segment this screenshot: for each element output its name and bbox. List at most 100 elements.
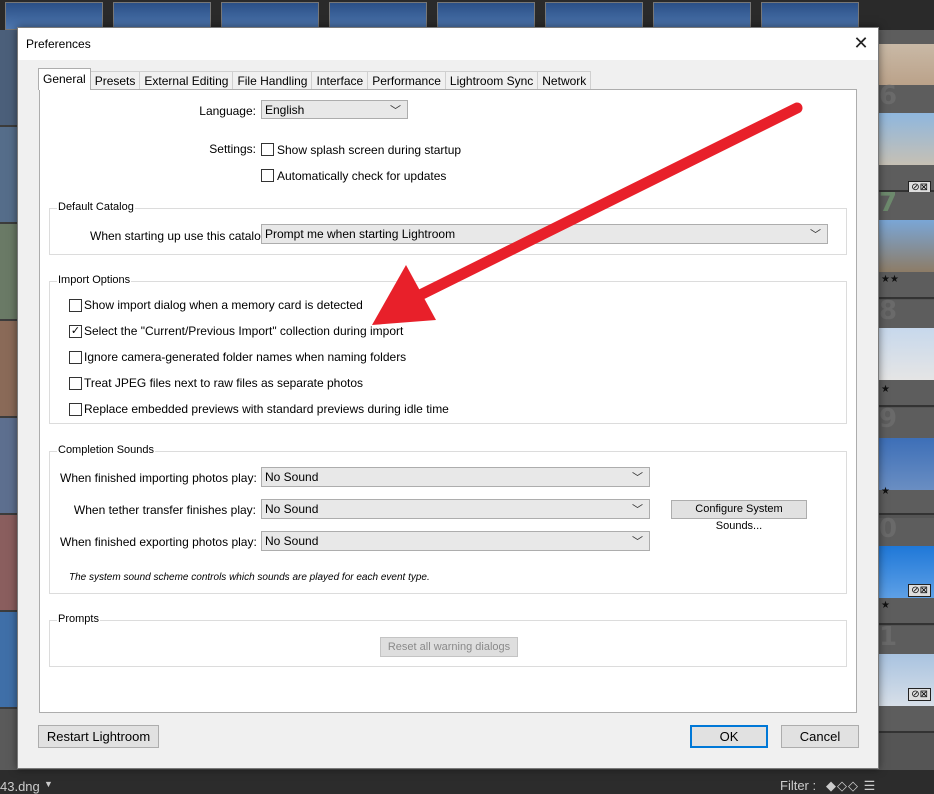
export-sound-label: When finished exporting photos play: <box>60 535 257 549</box>
startup-catalog-select[interactable]: Prompt me when starting Lightroom ﹀ <box>261 224 828 244</box>
cell-number: 8 <box>879 296 898 326</box>
thumbnail[interactable] <box>761 2 859 30</box>
import-option-label: Show import dialog when a memory card is… <box>84 298 363 312</box>
tab-performance[interactable]: Performance <box>367 71 446 90</box>
tab-general[interactable]: General <box>38 68 91 90</box>
metadata-badge-icon: ⊘⊠ <box>908 584 931 597</box>
thumbnail-image <box>877 113 934 165</box>
thumbnail-cell[interactable]: 9 ★ <box>877 404 934 515</box>
thumbnail-image <box>877 328 934 380</box>
current-filename: 43.dng <box>0 779 40 794</box>
thumbnail[interactable] <box>0 224 18 321</box>
thumbnail[interactable] <box>653 2 751 30</box>
import-option-checkbox[interactable]: ✓ <box>69 325 82 338</box>
prompts-group: Prompts Reset all warning dialogs <box>49 613 847 667</box>
thumbnail[interactable] <box>437 2 535 30</box>
import-sound-select[interactable]: No Sound ﹀ <box>261 467 650 487</box>
chevron-down-icon: ﹀ <box>390 105 401 117</box>
thumbnail-cell[interactable]: 0 ⊘⊠ ★ <box>877 514 934 625</box>
language-select[interactable]: English ﹀ <box>261 100 408 119</box>
left-thumbnail-column <box>0 30 18 770</box>
thumbnail[interactable] <box>0 30 18 127</box>
chevron-down-icon: ﹀ <box>632 504 643 516</box>
reset-warning-dialogs-button[interactable]: Reset all warning dialogs <box>380 637 518 657</box>
tab-presets[interactable]: Presets <box>89 71 141 90</box>
thumbnail-cell[interactable]: 6 ⊘⊠ <box>877 81 934 194</box>
thumbnail-cell[interactable]: 7 ★★ <box>877 188 934 299</box>
import-sound-label: When finished importing photos play: <box>60 471 257 485</box>
import-option-checkbox[interactable] <box>69 299 82 312</box>
tab-interface[interactable]: Interface <box>311 71 369 90</box>
thumbnail[interactable] <box>0 418 18 515</box>
import-option-checkbox[interactable] <box>69 403 82 416</box>
thumbnail[interactable] <box>0 612 18 709</box>
thumbnail[interactable] <box>5 2 103 30</box>
configure-sounds-button[interactable]: Configure System Sounds... <box>671 500 807 532</box>
tab-lightroom-sync[interactable]: Lightroom Sync <box>444 71 539 90</box>
tether-sound-value: No Sound <box>265 502 319 516</box>
right-thumbnail-column: ⊘⊠ 6 ⊘⊠ 7 ★★ 8 ★ 9 ★ 0 ⊘⊠ ★ 1 <box>877 30 934 770</box>
general-panel: Language: English ﹀ Settings: Show splas… <box>39 89 857 713</box>
thumbnail[interactable] <box>545 2 643 30</box>
filename-dropdown-icon[interactable]: ▼ <box>44 779 53 789</box>
dialog-titlebar: Preferences ✕ <box>18 28 878 60</box>
tab-external-editing[interactable]: External Editing <box>139 71 234 90</box>
thumbnail[interactable] <box>0 127 18 224</box>
updates-label: Automatically check for updates <box>277 169 447 183</box>
tether-sound-label: When tether transfer finishes play: <box>73 503 256 517</box>
thumbnail-image <box>877 438 934 490</box>
tab-network[interactable]: Network <box>537 71 592 90</box>
preferences-dialog: Preferences ✕ General Presets External E… <box>17 27 879 769</box>
import-option-label: Replace embedded previews with standard … <box>84 402 449 416</box>
thumbnail[interactable] <box>0 321 18 418</box>
splash-label: Show splash screen during startup <box>277 143 462 157</box>
tab-file-handling[interactable]: File Handling <box>232 71 313 90</box>
restart-lightroom-button[interactable]: Restart Lightroom <box>38 725 159 748</box>
completion-sounds-group: Completion Sounds When finished importin… <box>49 444 847 594</box>
close-icon[interactable]: ✕ <box>844 28 878 58</box>
ok-button[interactable]: OK <box>690 725 768 748</box>
filmstrip-bar: 43.dng ▼ Filter : ◆◇◇ ☰ <box>0 770 934 794</box>
chevron-down-icon: ﹀ <box>632 472 643 484</box>
import-option-label: Select the "Current/Previous Import" col… <box>84 324 404 338</box>
top-thumbnail-strip <box>0 0 934 30</box>
import-sound-value: No Sound <box>265 470 319 484</box>
language-label: Language: <box>199 104 256 118</box>
cell-number: 1 <box>879 622 898 652</box>
cell-number: 0 <box>879 514 898 544</box>
default-catalog-title: Default Catalog <box>57 201 135 213</box>
metadata-badge-icon: ⊘⊠ <box>908 688 931 701</box>
cell-number: 6 <box>879 81 898 111</box>
cell-number: 7 <box>879 188 898 218</box>
import-option-checkbox[interactable] <box>69 377 82 390</box>
filter-label: Filter : <box>780 778 817 793</box>
import-option-label: Ignore camera-generated folder names whe… <box>84 350 407 364</box>
thumbnail[interactable] <box>221 2 319 30</box>
rating-stars: ★★ <box>881 274 899 285</box>
dialog-title: Preferences <box>26 37 91 51</box>
chevron-down-icon: ﹀ <box>810 229 821 241</box>
thumbnail[interactable] <box>329 2 427 30</box>
export-sound-select[interactable]: No Sound ﹀ <box>261 531 650 551</box>
sound-scheme-note: The system sound scheme controls which s… <box>69 572 430 583</box>
completion-sounds-title: Completion Sounds <box>57 444 156 456</box>
filter-flag-icons[interactable]: ◆◇◇ ☰ <box>826 778 876 794</box>
export-sound-value: No Sound <box>265 534 319 548</box>
default-catalog-group: Default Catalog When starting up use thi… <box>49 201 847 255</box>
tether-sound-select[interactable]: No Sound ﹀ <box>261 499 650 519</box>
updates-checkbox[interactable] <box>261 169 274 182</box>
startup-catalog-label: When starting up use this catalog: <box>90 229 271 243</box>
import-option-checkbox[interactable] <box>69 351 82 364</box>
cancel-button[interactable]: Cancel <box>781 725 859 748</box>
thumbnail[interactable] <box>113 2 211 30</box>
thumbnail-image <box>877 220 934 272</box>
startup-catalog-value: Prompt me when starting Lightroom <box>265 227 456 241</box>
rating-stars: ★ <box>881 486 890 497</box>
tab-bar: General Presets External Editing File Ha… <box>38 68 592 90</box>
thumbnail[interactable] <box>0 515 18 612</box>
prompts-title: Prompts <box>57 613 100 625</box>
cell-number: 9 <box>879 404 898 434</box>
thumbnail-cell[interactable]: 8 ★ <box>877 296 934 407</box>
thumbnail-cell[interactable]: 1 ⊘⊠ <box>877 622 934 733</box>
splash-checkbox[interactable] <box>261 143 274 156</box>
